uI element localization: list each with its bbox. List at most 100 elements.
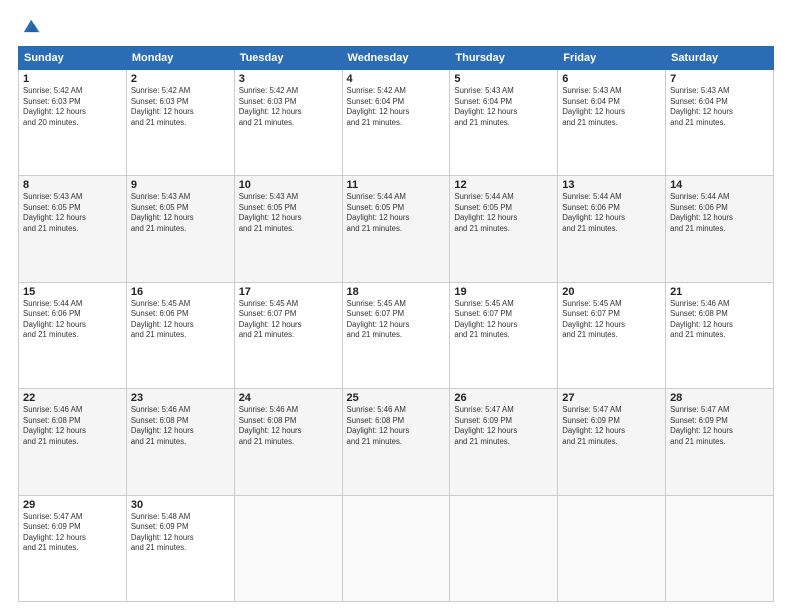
- calendar-cell: 2Sunrise: 5:42 AMSunset: 6:03 PMDaylight…: [126, 70, 234, 176]
- calendar-cell: 28Sunrise: 5:47 AMSunset: 6:09 PMDayligh…: [666, 389, 774, 495]
- day-number: 18: [347, 286, 446, 298]
- weekday-header-thursday: Thursday: [450, 47, 558, 70]
- day-info: Sunrise: 5:46 AMSunset: 6:08 PMDaylight:…: [23, 405, 122, 447]
- day-number: 2: [131, 73, 230, 85]
- day-info: Sunrise: 5:43 AMSunset: 6:04 PMDaylight:…: [454, 86, 553, 128]
- day-number: 22: [23, 392, 122, 404]
- day-info: Sunrise: 5:43 AMSunset: 6:05 PMDaylight:…: [239, 192, 338, 234]
- day-info: Sunrise: 5:43 AMSunset: 6:05 PMDaylight:…: [131, 192, 230, 234]
- day-info: Sunrise: 5:46 AMSunset: 6:08 PMDaylight:…: [670, 299, 769, 341]
- week-row-3: 15Sunrise: 5:44 AMSunset: 6:06 PMDayligh…: [19, 282, 774, 388]
- day-info: Sunrise: 5:45 AMSunset: 6:07 PMDaylight:…: [239, 299, 338, 341]
- day-info: Sunrise: 5:43 AMSunset: 6:05 PMDaylight:…: [23, 192, 122, 234]
- day-number: 29: [23, 499, 122, 511]
- day-number: 11: [347, 179, 446, 191]
- calendar-cell: 25Sunrise: 5:46 AMSunset: 6:08 PMDayligh…: [342, 389, 450, 495]
- day-number: 4: [347, 73, 446, 85]
- day-info: Sunrise: 5:46 AMSunset: 6:08 PMDaylight:…: [347, 405, 446, 447]
- day-info: Sunrise: 5:45 AMSunset: 6:07 PMDaylight:…: [347, 299, 446, 341]
- weekday-header-friday: Friday: [558, 47, 666, 70]
- calendar-cell: 6Sunrise: 5:43 AMSunset: 6:04 PMDaylight…: [558, 70, 666, 176]
- calendar-cell: 27Sunrise: 5:47 AMSunset: 6:09 PMDayligh…: [558, 389, 666, 495]
- calendar-cell: [234, 495, 342, 601]
- day-info: Sunrise: 5:48 AMSunset: 6:09 PMDaylight:…: [131, 512, 230, 554]
- day-info: Sunrise: 5:45 AMSunset: 6:07 PMDaylight:…: [454, 299, 553, 341]
- day-number: 20: [562, 286, 661, 298]
- day-number: 27: [562, 392, 661, 404]
- day-number: 23: [131, 392, 230, 404]
- day-info: Sunrise: 5:47 AMSunset: 6:09 PMDaylight:…: [670, 405, 769, 447]
- calendar-table: SundayMondayTuesdayWednesdayThursdayFrid…: [18, 46, 774, 602]
- day-number: 1: [23, 73, 122, 85]
- day-info: Sunrise: 5:47 AMSunset: 6:09 PMDaylight:…: [454, 405, 553, 447]
- week-row-2: 8Sunrise: 5:43 AMSunset: 6:05 PMDaylight…: [19, 176, 774, 282]
- day-number: 6: [562, 73, 661, 85]
- day-number: 24: [239, 392, 338, 404]
- weekday-header-wednesday: Wednesday: [342, 47, 450, 70]
- calendar-cell: 7Sunrise: 5:43 AMSunset: 6:04 PMDaylight…: [666, 70, 774, 176]
- day-number: 30: [131, 499, 230, 511]
- day-number: 14: [670, 179, 769, 191]
- day-info: Sunrise: 5:47 AMSunset: 6:09 PMDaylight:…: [562, 405, 661, 447]
- day-info: Sunrise: 5:44 AMSunset: 6:06 PMDaylight:…: [670, 192, 769, 234]
- calendar-cell: 22Sunrise: 5:46 AMSunset: 6:08 PMDayligh…: [19, 389, 127, 495]
- day-info: Sunrise: 5:44 AMSunset: 6:05 PMDaylight:…: [454, 192, 553, 234]
- day-number: 9: [131, 179, 230, 191]
- day-info: Sunrise: 5:46 AMSunset: 6:08 PMDaylight:…: [239, 405, 338, 447]
- day-number: 3: [239, 73, 338, 85]
- calendar-cell: 19Sunrise: 5:45 AMSunset: 6:07 PMDayligh…: [450, 282, 558, 388]
- day-number: 8: [23, 179, 122, 191]
- week-row-4: 22Sunrise: 5:46 AMSunset: 6:08 PMDayligh…: [19, 389, 774, 495]
- day-info: Sunrise: 5:46 AMSunset: 6:08 PMDaylight:…: [131, 405, 230, 447]
- day-number: 13: [562, 179, 661, 191]
- day-number: 26: [454, 392, 553, 404]
- calendar-cell: 29Sunrise: 5:47 AMSunset: 6:09 PMDayligh…: [19, 495, 127, 601]
- week-row-1: 1Sunrise: 5:42 AMSunset: 6:03 PMDaylight…: [19, 70, 774, 176]
- day-number: 7: [670, 73, 769, 85]
- calendar-cell: 14Sunrise: 5:44 AMSunset: 6:06 PMDayligh…: [666, 176, 774, 282]
- page: SundayMondayTuesdayWednesdayThursdayFrid…: [0, 0, 792, 612]
- calendar-cell: 16Sunrise: 5:45 AMSunset: 6:06 PMDayligh…: [126, 282, 234, 388]
- logo: [18, 16, 44, 38]
- day-number: 5: [454, 73, 553, 85]
- calendar-cell: 4Sunrise: 5:42 AMSunset: 6:04 PMDaylight…: [342, 70, 450, 176]
- day-number: 25: [347, 392, 446, 404]
- calendar-cell: 26Sunrise: 5:47 AMSunset: 6:09 PMDayligh…: [450, 389, 558, 495]
- day-info: Sunrise: 5:42 AMSunset: 6:03 PMDaylight:…: [239, 86, 338, 128]
- calendar-cell: 3Sunrise: 5:42 AMSunset: 6:03 PMDaylight…: [234, 70, 342, 176]
- day-info: Sunrise: 5:42 AMSunset: 6:03 PMDaylight:…: [131, 86, 230, 128]
- calendar-cell: 21Sunrise: 5:46 AMSunset: 6:08 PMDayligh…: [666, 282, 774, 388]
- day-info: Sunrise: 5:45 AMSunset: 6:07 PMDaylight:…: [562, 299, 661, 341]
- calendar-cell: 13Sunrise: 5:44 AMSunset: 6:06 PMDayligh…: [558, 176, 666, 282]
- day-number: 17: [239, 286, 338, 298]
- calendar-cell: 8Sunrise: 5:43 AMSunset: 6:05 PMDaylight…: [19, 176, 127, 282]
- weekday-header-monday: Monday: [126, 47, 234, 70]
- day-number: 19: [454, 286, 553, 298]
- day-info: Sunrise: 5:42 AMSunset: 6:03 PMDaylight:…: [23, 86, 122, 128]
- calendar-cell: 30Sunrise: 5:48 AMSunset: 6:09 PMDayligh…: [126, 495, 234, 601]
- calendar-cell: 23Sunrise: 5:46 AMSunset: 6:08 PMDayligh…: [126, 389, 234, 495]
- day-info: Sunrise: 5:47 AMSunset: 6:09 PMDaylight:…: [23, 512, 122, 554]
- calendar-cell: [558, 495, 666, 601]
- weekday-header-saturday: Saturday: [666, 47, 774, 70]
- calendar-cell: 12Sunrise: 5:44 AMSunset: 6:05 PMDayligh…: [450, 176, 558, 282]
- day-number: 12: [454, 179, 553, 191]
- day-info: Sunrise: 5:44 AMSunset: 6:06 PMDaylight:…: [562, 192, 661, 234]
- calendar-cell: 17Sunrise: 5:45 AMSunset: 6:07 PMDayligh…: [234, 282, 342, 388]
- weekday-header-sunday: Sunday: [19, 47, 127, 70]
- day-info: Sunrise: 5:43 AMSunset: 6:04 PMDaylight:…: [562, 86, 661, 128]
- calendar-cell: 10Sunrise: 5:43 AMSunset: 6:05 PMDayligh…: [234, 176, 342, 282]
- day-info: Sunrise: 5:42 AMSunset: 6:04 PMDaylight:…: [347, 86, 446, 128]
- calendar-cell: [450, 495, 558, 601]
- calendar-cell: 18Sunrise: 5:45 AMSunset: 6:07 PMDayligh…: [342, 282, 450, 388]
- calendar-cell: 15Sunrise: 5:44 AMSunset: 6:06 PMDayligh…: [19, 282, 127, 388]
- week-row-5: 29Sunrise: 5:47 AMSunset: 6:09 PMDayligh…: [19, 495, 774, 601]
- calendar-cell: 9Sunrise: 5:43 AMSunset: 6:05 PMDaylight…: [126, 176, 234, 282]
- weekday-header-tuesday: Tuesday: [234, 47, 342, 70]
- calendar-cell: 24Sunrise: 5:46 AMSunset: 6:08 PMDayligh…: [234, 389, 342, 495]
- day-number: 16: [131, 286, 230, 298]
- day-number: 21: [670, 286, 769, 298]
- calendar-cell: 5Sunrise: 5:43 AMSunset: 6:04 PMDaylight…: [450, 70, 558, 176]
- logo-icon: [18, 16, 40, 38]
- calendar-cell: [342, 495, 450, 601]
